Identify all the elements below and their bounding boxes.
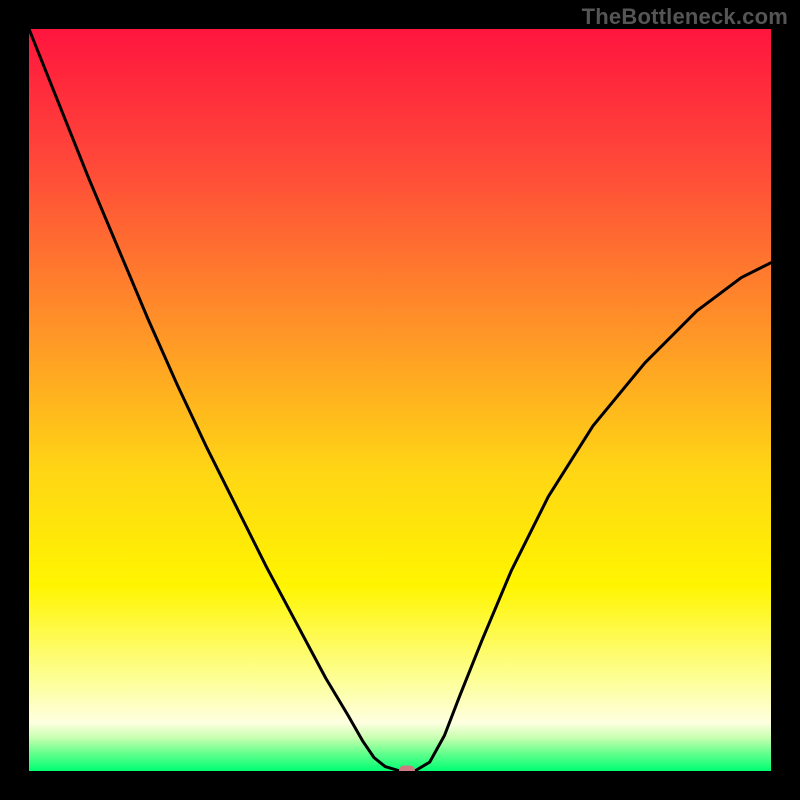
plot-area	[29, 29, 771, 771]
bottleneck-curve	[29, 29, 771, 771]
watermark-text: TheBottleneck.com	[582, 4, 788, 30]
optimal-point-marker	[399, 766, 415, 772]
chart-frame: TheBottleneck.com	[0, 0, 800, 800]
